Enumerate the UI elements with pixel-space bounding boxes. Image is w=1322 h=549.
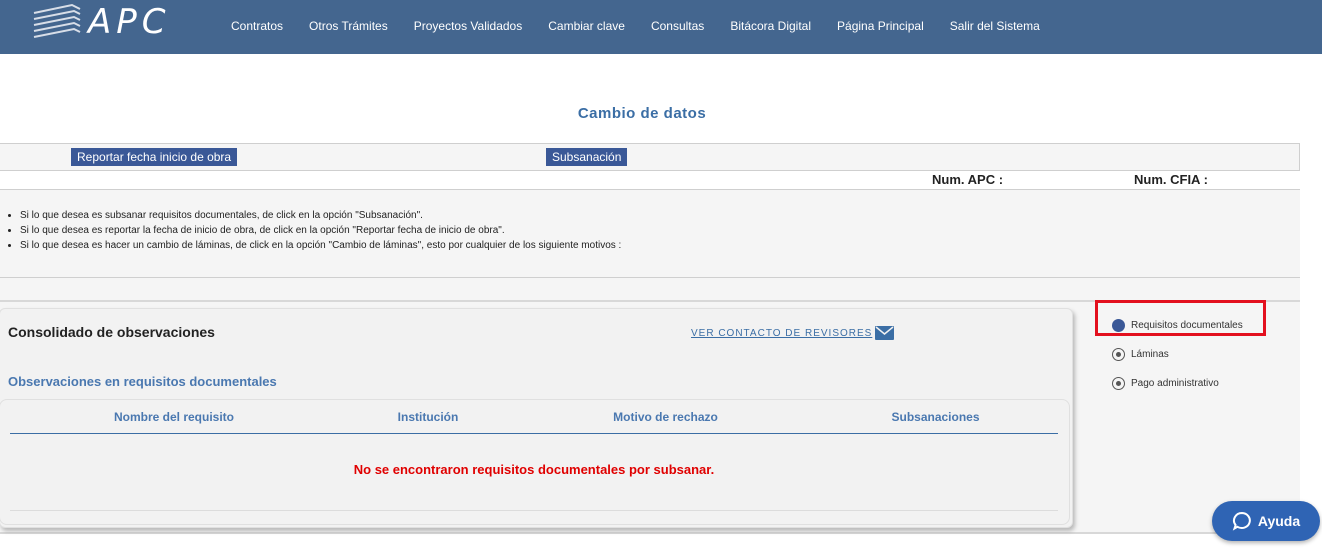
- observations-title: Consolidado de observaciones: [8, 324, 215, 340]
- instructions-list: Si lo que desea es subsanar requisitos d…: [20, 210, 621, 255]
- chat-bubble-icon: [1232, 511, 1251, 531]
- contact-link-label: VER CONTACTO DE REVISORES: [691, 327, 873, 339]
- nav-bitacora-digital[interactable]: Bitácora Digital: [730, 19, 811, 35]
- instruction-item: Si lo que desea es hacer un cambio de lá…: [20, 240, 621, 251]
- top-header: APC Contratos Otros Trámites Proyectos V…: [0, 0, 1322, 54]
- nav-pagina-principal[interactable]: Página Principal: [837, 19, 924, 35]
- help-button[interactable]: Ayuda: [1212, 501, 1320, 541]
- info-panel: Si lo que desea es subsanar requisitos d…: [0, 189, 1300, 278]
- instruction-item: Si lo que desea es reportar la fecha de …: [20, 225, 621, 236]
- radio-selected-icon: [1112, 319, 1125, 332]
- action-bar: Reportar fecha inicio de obra Subsanació…: [0, 143, 1300, 171]
- divider-row: [0, 278, 1300, 302]
- radio-label: Láminas: [1131, 349, 1169, 360]
- report-start-date-button[interactable]: Reportar fecha inicio de obra: [71, 148, 238, 166]
- nav-proyectos-validados[interactable]: Proyectos Validados: [414, 19, 523, 35]
- requirements-table: Nombre del requisito Institución Motivo …: [0, 399, 1070, 525]
- nav-otros-tramites[interactable]: Otros Trámites: [309, 19, 388, 35]
- help-label: Ayuda: [1257, 513, 1301, 529]
- view-reviewers-contact-link[interactable]: VER CONTACTO DE REVISORES: [691, 326, 895, 340]
- apc-logo[interactable]: APC: [32, 2, 171, 42]
- column-header: Subsanaciones: [891, 410, 980, 424]
- column-header: Institución: [397, 410, 459, 424]
- nav-salir[interactable]: Salir del Sistema: [950, 19, 1040, 35]
- num-cfia-label: Num. CFIA :: [1134, 172, 1208, 187]
- nav-consultas[interactable]: Consultas: [651, 19, 704, 35]
- table-header: Nombre del requisito Institución Motivo …: [10, 400, 1058, 434]
- building-logo-icon: [33, 3, 81, 38]
- radio-laminas[interactable]: Láminas: [1112, 340, 1243, 369]
- num-apc-label: Num. APC :: [932, 172, 1004, 187]
- radio-requisitos-documentales[interactable]: Requisitos documentales: [1112, 311, 1243, 340]
- nav-cambiar-clave[interactable]: Cambiar clave: [548, 19, 625, 35]
- brand-name: APC: [88, 2, 171, 42]
- document-observations-subtitle: Observaciones en requisitos documentales: [8, 374, 277, 389]
- observations-area: Consolidado de observaciones VER CONTACT…: [0, 302, 1300, 534]
- column-header: Motivo de rechazo: [613, 410, 718, 424]
- nav-contratos[interactable]: Contratos: [231, 19, 283, 35]
- subsanacion-button[interactable]: Subsanación: [546, 148, 628, 166]
- radio-unselected-icon: [1112, 377, 1125, 390]
- radio-pago-administrativo[interactable]: Pago administrativo: [1112, 369, 1243, 398]
- main-nav: Contratos Otros Trámites Proyectos Valid…: [218, 0, 1053, 54]
- observation-type-radio-group: Requisitos documentales Láminas Pago adm…: [1112, 311, 1243, 398]
- instruction-item: Si lo que desea es subsanar requisitos d…: [20, 210, 621, 221]
- empty-table-message: No se encontraron requisitos documentale…: [353, 462, 715, 477]
- observations-card: Consolidado de observaciones VER CONTACT…: [0, 308, 1073, 528]
- column-header: Nombre del requisito: [113, 410, 235, 424]
- page-title: Cambio de datos: [577, 105, 707, 122]
- radio-label: Requisitos documentales: [1131, 320, 1243, 331]
- envelope-icon: [875, 326, 895, 340]
- radio-unselected-icon: [1112, 348, 1125, 361]
- radio-label: Pago administrativo: [1131, 378, 1219, 389]
- table-footer-divider: [10, 510, 1058, 511]
